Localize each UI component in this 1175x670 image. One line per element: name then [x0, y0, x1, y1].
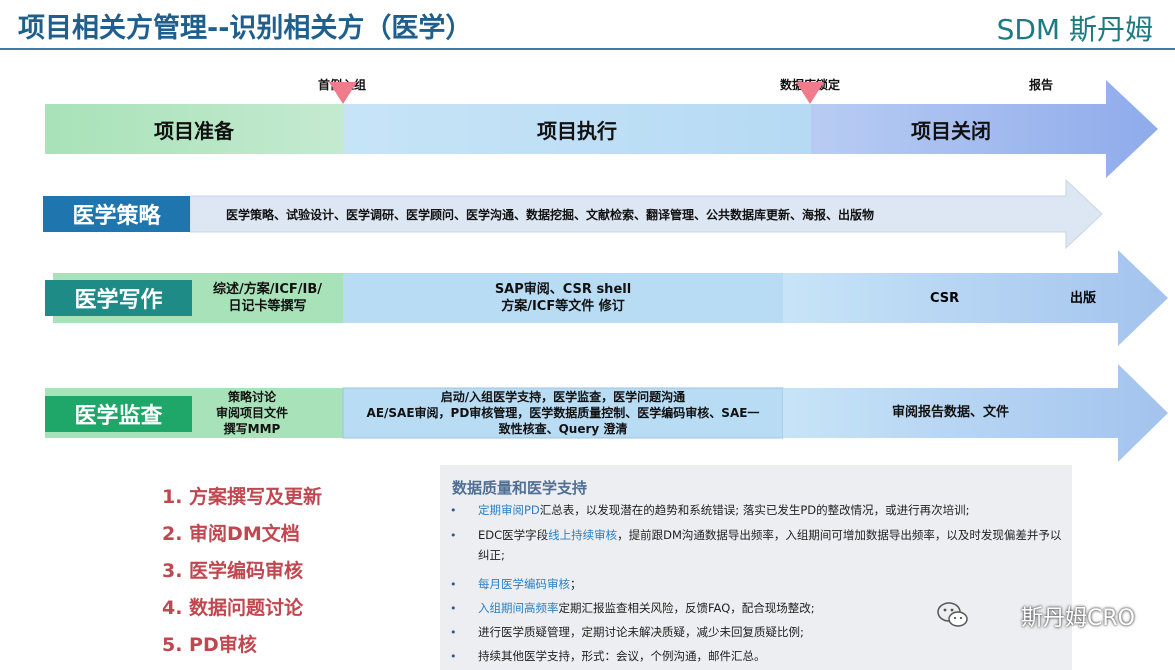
strategy-items: 医学策略、试验设计、医学调研、医学顾问、医学沟通、数据挖掘、文献检索、翻译管理、…	[226, 208, 875, 222]
brand-logo: SDM 斯丹姆	[996, 13, 1153, 46]
writing-publish: 出版	[1070, 291, 1097, 306]
monitoring-prepare: 策略讨论 审阅项目文件 撰写MMP	[192, 389, 312, 437]
monitoring-close: 审阅报告数据、文件	[891, 405, 1009, 420]
writing-csr: CSR	[930, 291, 960, 306]
monitoring-execute: 启动/入组医学支持，医学监查，医学问题沟通 AE/SAE审阅，PD审核管理，医学…	[343, 389, 783, 437]
monitoring-execute-line1: 启动/入组医学支持，医学监查，医学问题沟通	[440, 390, 686, 404]
panel-item-5: 进行医学质疑管理，定期讨论未解决质疑，减少未回复质疑比例;	[478, 625, 804, 639]
monitoring-execute-line2: AE/SAE审阅，PD审核管理，医学数据质量控制、医学编码审核、SAE一	[366, 406, 760, 420]
panel-item-4: 入组期间高频率定期汇报监查相关风险，反馈FAQ，配合现场整改;	[478, 598, 1068, 618]
panel-item-1-text: 汇总表，以发现潜在的趋势和系统错误; 落实已发生PD的整改情况，或进行再次培训;	[539, 503, 970, 517]
writing-prepare: 综述/方案/ICF/IB/ 日记卡等撰写	[192, 281, 343, 315]
writing-execute-line1: SAP审阅、CSR shell	[494, 282, 632, 297]
row-label-monitoring: 医学监查	[45, 396, 192, 432]
monitoring-prepare-line1: 策略讨论	[227, 390, 276, 404]
list-item: 2. 审阅DM文档	[162, 523, 300, 545]
page-title: 项目相关方管理--识别相关方（医学）	[18, 13, 473, 44]
panel-item-1-highlight: 定期审阅PD	[478, 503, 540, 517]
bullet-icon: •	[450, 626, 457, 639]
bullet-icon: •	[450, 578, 457, 591]
panel-item-2-prefix: EDC医学字段	[478, 528, 549, 542]
wechat-icon	[937, 602, 968, 627]
bullet-icon: •	[450, 529, 457, 542]
panel-title: 数据质量和医学支持	[452, 479, 588, 497]
panel-item-2: EDC医学字段线上持续审核，提前跟DM沟通数据导出频率，入组期间可增加数据导出频…	[478, 525, 1068, 565]
monitoring-prepare-line2: 审阅项目文件	[215, 406, 288, 420]
list-item: 3. 医学编码审核	[162, 560, 304, 582]
list-item: 4. 数据问题讨论	[162, 597, 304, 619]
title-divider	[0, 48, 1175, 50]
monitoring-prepare-line3: 撰写MMP	[223, 422, 281, 436]
panel-item-6: 持续其他医学支持，形式：会议，个例沟通，邮件汇总。	[478, 649, 766, 663]
watermark: 斯丹姆CRO	[1021, 606, 1135, 631]
row-label-writing: 医学写作	[45, 280, 192, 316]
panel-item-4-text: 定期汇报监查相关风险，反馈FAQ，配合现场整改;	[558, 601, 815, 615]
bullet-icon: •	[450, 602, 457, 615]
writing-execute: SAP审阅、CSR shell 方案/ICF等文件 修订	[343, 281, 783, 315]
phase-prepare: 项目准备	[154, 118, 234, 143]
panel-item-3-highlight: 每月医学编码审核	[478, 577, 570, 591]
phase-close: 项目关闭	[911, 118, 991, 143]
panel-item-3: 每月医学编码审核；	[478, 574, 1068, 594]
bullet-icon: •	[450, 650, 457, 663]
list-item: 1. 方案撰写及更新	[162, 486, 323, 508]
panel-item-4-highlight: 入组期间高频率	[478, 601, 559, 615]
bullet-icon: •	[450, 504, 457, 517]
row-label-strategy: 医学策略	[43, 196, 190, 232]
panel-item-1: 定期审阅PD汇总表，以发现潜在的趋势和系统错误; 落实已发生PD的整改情况，或进…	[478, 500, 1068, 520]
writing-execute-line2: 方案/ICF等文件 修订	[501, 299, 625, 314]
panel-item-3-text: ；	[570, 577, 582, 591]
list-item: 5. PD审核	[162, 634, 257, 656]
writing-prepare-line2: 日记卡等撰写	[228, 299, 307, 314]
monitoring-execute-line3: 致性核查、Query 澄清	[498, 422, 628, 436]
writing-prepare-line1: 综述/方案/ICF/IB/	[213, 282, 322, 297]
panel-item-2-highlight: 线上持续审核	[548, 528, 618, 542]
phase-execute: 项目执行	[537, 118, 617, 143]
